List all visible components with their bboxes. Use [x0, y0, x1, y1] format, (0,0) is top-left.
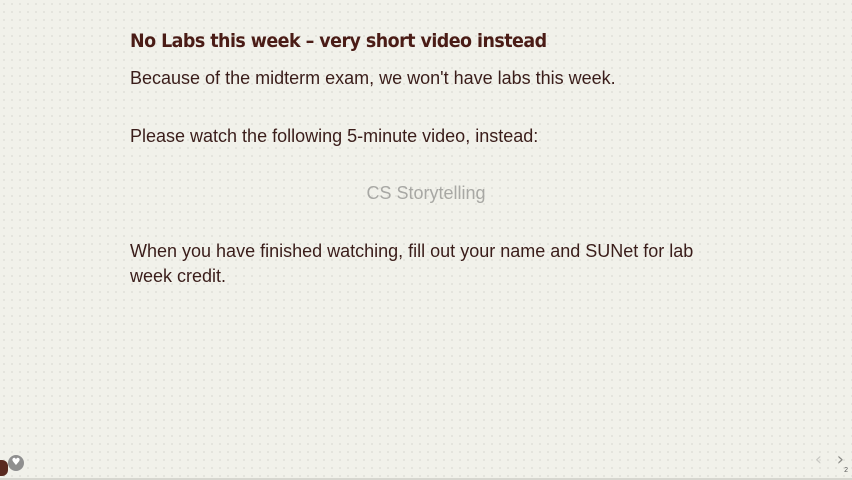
paragraph-fill-out: When you have finished watching, fill ou…	[130, 241, 694, 286]
corner-widget: ♥	[0, 454, 26, 480]
page-number: 2	[844, 467, 848, 474]
heart-icon[interactable]: ♥	[8, 455, 24, 471]
paragraph-midterm: Because of the midterm exam, we won't ha…	[130, 68, 616, 88]
chevron-right-icon[interactable]: ›	[837, 450, 844, 470]
slide-title: No Labs this week – very short video ins…	[130, 30, 547, 52]
corner-tab	[0, 460, 8, 476]
slide-content: No Labs this week – very short video ins…	[130, 26, 730, 286]
video-link[interactable]: CS Storytelling	[130, 181, 722, 206]
paragraph-watch-video: Please watch the following 5-minute vide…	[130, 126, 539, 146]
chevron-left-icon[interactable]: ‹	[815, 450, 822, 470]
